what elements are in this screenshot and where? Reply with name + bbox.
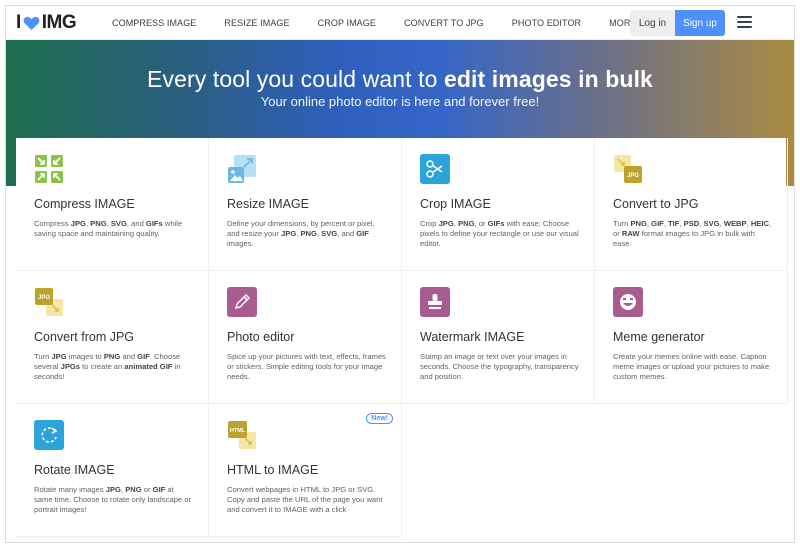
tools-grid: Compress IMAGE Compress JPG, PNG, SVG, an… <box>16 138 788 537</box>
hero-title: Every tool you could want to edit images… <box>147 66 653 92</box>
new-badge: New! <box>366 413 393 424</box>
smiley-icon <box>613 287 643 317</box>
hamburger-menu-icon[interactable] <box>737 16 752 28</box>
pencil-icon <box>227 287 257 317</box>
tool-title: Resize IMAGE <box>227 197 309 211</box>
tool-title: Meme generator <box>613 330 705 344</box>
tool-description: Turn JPG images to PNG and GIF. Choose s… <box>34 352 181 381</box>
tool-title: Convert to JPG <box>613 197 699 211</box>
nav-photo-editor[interactable]: PHOTO EDITOR <box>512 18 581 28</box>
tool-title: Photo editor <box>227 330 295 344</box>
tool-description: Stamp an image or text over your images … <box>420 352 579 381</box>
tool-card-compress-image[interactable]: Compress IMAGE Compress JPG, PNG, SVG, an… <box>16 138 209 271</box>
tool-title: Rotate IMAGE <box>34 463 115 477</box>
heart-icon <box>23 16 40 30</box>
main-nav: COMPRESS IMAGE RESIZE IMAGE CROP IMAGE C… <box>112 6 705 40</box>
tool-description: Create your memes online with ease. Capt… <box>613 352 770 381</box>
logo-text: IMG <box>41 12 77 33</box>
tool-card-convert-to-jpg[interactable]: JPG Convert to JPG Turn PNG, GIF, TIF, PSD… <box>595 138 788 271</box>
tool-description: Crop JPG, PNG, or GIFs with ease; Choose… <box>420 219 579 248</box>
stamp-icon <box>420 287 450 317</box>
nav-resize-image[interactable]: RESIZE IMAGE <box>224 18 289 28</box>
hero-subtitle: Your online photo editor is here and for… <box>260 94 540 109</box>
tool-title: Watermark IMAGE <box>420 330 525 344</box>
compress-icon <box>34 154 64 184</box>
tool-title: HTML to IMAGE <box>227 463 319 477</box>
top-navigation-bar: I IMG COMPRESS IMAGE RESIZE IMAGE CROP I… <box>6 6 794 40</box>
svg-text:JPG: JPG <box>38 295 50 301</box>
signup-button[interactable]: Sign up <box>675 10 725 36</box>
login-button[interactable]: Log in <box>630 10 675 36</box>
tool-title: Crop IMAGE <box>420 197 491 211</box>
nav-compress-image[interactable]: COMPRESS IMAGE <box>112 18 196 28</box>
convert-to-jpg-icon: JPG <box>613 154 643 184</box>
logo[interactable]: I IMG <box>16 12 77 33</box>
svg-text:HTML: HTML <box>230 428 246 434</box>
tool-card-watermark-image[interactable]: Watermark IMAGE Stamp an image or text ov… <box>402 271 595 404</box>
tool-title: Compress IMAGE <box>34 197 135 211</box>
tool-card-convert-from-jpg[interactable]: JPG Convert from JPG Turn JPG images to PN… <box>16 271 209 404</box>
nav-convert-to-jpg[interactable]: CONVERT TO JPG <box>404 18 484 28</box>
tool-card-crop-image[interactable]: Crop IMAGE Crop JPG, PNG, or GIFs with ea… <box>402 138 595 271</box>
tool-description: Turn PNG, GIF, TIF, PSD, SVG, WEBP, HEIC… <box>613 219 772 248</box>
tool-card-rotate-image[interactable]: Rotate IMAGE Rotate many images JPG, PNG … <box>16 404 209 537</box>
tool-description: Define your dimensions, by percent or pi… <box>227 219 375 248</box>
convert-from-jpg-icon: JPG <box>34 287 64 317</box>
tool-card-resize-image[interactable]: Resize IMAGE Define your dimensions, by p… <box>209 138 402 271</box>
nav-crop-image[interactable]: CROP IMAGE <box>318 18 376 28</box>
tool-card-photo-editor[interactable]: Photo editor Spice up your pictures with … <box>209 271 402 404</box>
scissors-icon <box>420 154 450 184</box>
app-window: I IMG COMPRESS IMAGE RESIZE IMAGE CROP I… <box>5 5 795 543</box>
resize-icon <box>227 154 257 184</box>
tool-description: Compress JPG, PNG, SVG, and GIFs while s… <box>34 219 183 238</box>
tool-title: Convert from JPG <box>34 330 135 344</box>
logo-letter-i: I <box>16 12 21 33</box>
svg-text:JPG: JPG <box>627 173 639 179</box>
tool-description: Spice up your pictures with text, effect… <box>227 352 386 381</box>
tool-description: Convert webpages in HTML to JPG or SVG. … <box>227 485 383 514</box>
tool-card-meme-generator[interactable]: Meme generator Create your memes online w… <box>595 271 788 404</box>
tool-description: Rotate many images JPG, PNG or GIF at sa… <box>34 485 192 514</box>
html-to-image-icon: HTML <box>227 420 257 450</box>
tool-card-html-to-image[interactable]: HTML HTML to IMAGE Convert webpages in HTM… <box>209 404 402 537</box>
rotate-icon <box>34 420 64 450</box>
